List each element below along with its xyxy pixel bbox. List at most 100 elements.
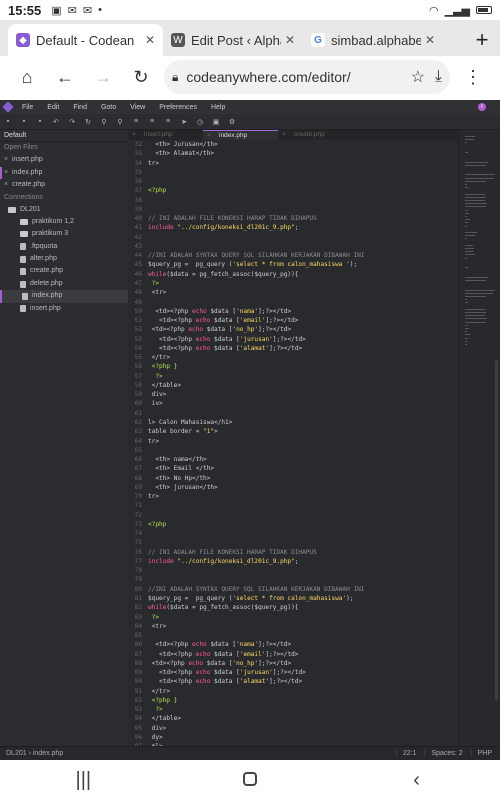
redo-icon[interactable]: ↷	[68, 118, 76, 126]
code-text[interactable]: tr>	[148, 159, 159, 168]
indent-icon[interactable]: ≡	[132, 118, 140, 125]
code-line[interactable]: 94 </table>	[128, 714, 458, 723]
code-text[interactable]: tr>	[148, 492, 159, 501]
code-line[interactable]: 82 while($data = pg_fetch_assoc($query_pg…	[128, 603, 458, 612]
code-line[interactable]: 64 tr>	[128, 437, 458, 446]
open-file-label[interactable]: create.php	[12, 179, 45, 192]
code-text[interactable]: include "../config/koneksi_dl201c_9.php"…	[148, 223, 298, 232]
code-line[interactable]: 77 include "../config/koneksi_dl201c_9.ph…	[128, 557, 458, 566]
code-line[interactable]: 92 <?php }	[128, 696, 458, 705]
code-text[interactable]: <?php	[148, 186, 166, 195]
code-text[interactable]: <td><?php echo $data ['no_hp'];?></td>	[148, 659, 291, 668]
code-text[interactable]: <th> Email </th>	[148, 464, 214, 473]
code-line[interactable]: 43	[128, 242, 458, 251]
save-icon[interactable]: ▪	[4, 118, 12, 125]
open-file-label[interactable]: insert.php	[12, 154, 43, 167]
code-text[interactable]: //INI ADALAH SYNTAX QUERY SQL SILAHKAN K…	[148, 585, 364, 594]
run-icon[interactable]: ➤	[180, 118, 188, 126]
code-line[interactable]: 60 iv>	[128, 399, 458, 408]
code-minimap[interactable]	[458, 130, 500, 746]
save-copy-icon[interactable]: ▪	[36, 118, 44, 125]
code-line[interactable]: 58 </table>	[128, 381, 458, 390]
cursor-position[interactable]: 22:1	[395, 750, 416, 757]
close-tab-icon[interactable]: ✕	[145, 33, 155, 47]
tree-item-label[interactable]: praktikum 3	[32, 228, 68, 240]
code-line[interactable]: 51 <td><?php echo $data ['email'];?></td…	[128, 316, 458, 325]
code-line[interactable]: 41 include "../config/koneksi_dl201c_9.ph…	[128, 223, 458, 232]
refresh-icon[interactable]: ↻	[84, 118, 92, 126]
code-text[interactable]: tr>	[148, 437, 159, 446]
download-icon[interactable]: ⤓	[435, 68, 442, 86]
close-tab-icon[interactable]: ×	[132, 130, 136, 140]
code-line[interactable]: 74	[128, 529, 458, 538]
code-text[interactable]: table border = "1">	[148, 427, 218, 436]
outdent-icon[interactable]: ≡	[148, 118, 156, 125]
code-line[interactable]: 84 <tr>	[128, 622, 458, 631]
code-line[interactable]: 65	[128, 446, 458, 455]
history-icon[interactable]: ◷	[196, 118, 204, 126]
code-line[interactable]: 46 while($data = pg_fetch_assoc($query_pg…	[128, 270, 458, 279]
code-line[interactable]: 37 <?php	[128, 186, 458, 195]
code-line[interactable]: 83 ?>	[128, 613, 458, 622]
code-text[interactable]: ?>	[148, 705, 162, 714]
editor-tab-insert[interactable]: × insert.php	[128, 130, 203, 140]
language-mode[interactable]: PHP	[470, 750, 492, 757]
code-text[interactable]: <th> jurusan</th>	[148, 483, 217, 492]
bookmark-star-icon[interactable]: ☆	[411, 67, 425, 87]
code-line[interactable]: 32 <th> Jurusan</th>	[128, 140, 458, 149]
code-line[interactable]: 87 <td><?php echo $data ['email'];?></td…	[128, 650, 458, 659]
code-text[interactable]: </tr>	[148, 687, 170, 696]
code-line[interactable]: 52 <td><?php echo $data ['no_hp'];?></td…	[128, 325, 458, 334]
reload-icon[interactable]: ↻	[122, 58, 160, 96]
open-file-index[interactable]: × index.php	[0, 166, 128, 180]
menu-edit[interactable]: Edit	[47, 104, 59, 111]
code-line[interactable]: 50 <td><?php echo $data ['nama'];?></td>	[128, 307, 458, 316]
code-text[interactable]: //INI ADALAH SYNTAX QUERY SQL SILAHKAN K…	[148, 251, 364, 260]
close-tab-icon[interactable]: ✕	[285, 33, 295, 47]
tree-item-label[interactable]: .ftpquota	[30, 241, 57, 253]
code-text[interactable]: iv>	[148, 399, 163, 408]
browser-tab-edit-post[interactable]: W Edit Post ‹ Alpha ✕	[163, 24, 303, 56]
code-text[interactable]: </table>	[148, 714, 181, 723]
code-text[interactable]: ?>	[148, 613, 159, 622]
code-text[interactable]: <td><?php echo $data ['nama'];?></td>	[148, 307, 291, 316]
code-line[interactable]: 76 // INI ADALAH FILE KONEKSI HARAP TIDAK…	[128, 548, 458, 557]
code-text[interactable]: <?php }	[148, 696, 178, 705]
editor-tab-index[interactable]: × index.php	[203, 130, 278, 140]
code-line[interactable]: 68 <th> No Hp</th>	[128, 474, 458, 483]
code-line[interactable]: 56 <?php }	[128, 362, 458, 371]
preview-icon[interactable]: ▣	[212, 118, 220, 126]
forward-icon[interactable]: →	[84, 58, 122, 96]
editor-tab-label[interactable]: insert.php	[144, 131, 173, 138]
code-line[interactable]: 91 </tr>	[128, 687, 458, 696]
code-text[interactable]: <th> Jurusan</th>	[148, 140, 217, 149]
search-icon[interactable]: ⚲	[100, 118, 108, 126]
address-bar[interactable]: 🔒︎ codeanywhere.com/editor/ ☆ ⤓	[164, 60, 450, 94]
code-line[interactable]: 48 <tr>	[128, 288, 458, 297]
code-line[interactable]: 88 <td><?php echo $data ['no_hp'];?></td…	[128, 659, 458, 668]
menu-goto[interactable]: Goto	[101, 104, 116, 111]
code-text[interactable]: <td><?php echo $data ['alamat'];?></td>	[148, 344, 302, 353]
code-line[interactable]: 38	[128, 196, 458, 205]
open-file-label[interactable]: index.php	[12, 167, 42, 180]
code-text[interactable]: <td><?php echo $data ['nama'];?></td>	[148, 640, 291, 649]
code-line[interactable]: 86 <td><?php echo $data ['nama'];?></td>	[128, 640, 458, 649]
code-text[interactable]: while($data = pg_fetch_assoc($query_pg))…	[148, 270, 298, 279]
tree-item[interactable]: praktikum 1,2	[0, 216, 128, 228]
browser-tab-codeanywhere[interactable]: ◆ Default - Codean ✕	[8, 24, 163, 56]
code-line[interactable]: 33 <th> Alamat</th>	[128, 149, 458, 158]
tree-item[interactable]: index.php	[0, 290, 128, 303]
code-text[interactable]: </table>	[148, 381, 181, 390]
format-icon[interactable]: ≡	[164, 118, 172, 125]
tree-item[interactable]: DL201	[0, 204, 128, 216]
code-line[interactable]: 54 <td><?php echo $data ['alamat'];?></t…	[128, 344, 458, 353]
tree-item[interactable]: .ftpquota	[0, 241, 128, 253]
user-avatar[interactable]: f	[478, 103, 486, 111]
code-text[interactable]: <td><?php echo $data ['jurusan'];?></td>	[148, 335, 306, 344]
editor-tab-label[interactable]: create.php	[294, 131, 325, 138]
code-line[interactable]: 62 l> Calon Mahasiswa</h1>	[128, 418, 458, 427]
code-line[interactable]: 69 <th> jurusan</th>	[128, 483, 458, 492]
home-square-icon[interactable]	[242, 771, 257, 786]
recent-apps-icon[interactable]: |||	[53, 769, 113, 792]
code-line[interactable]: 61	[128, 409, 458, 418]
